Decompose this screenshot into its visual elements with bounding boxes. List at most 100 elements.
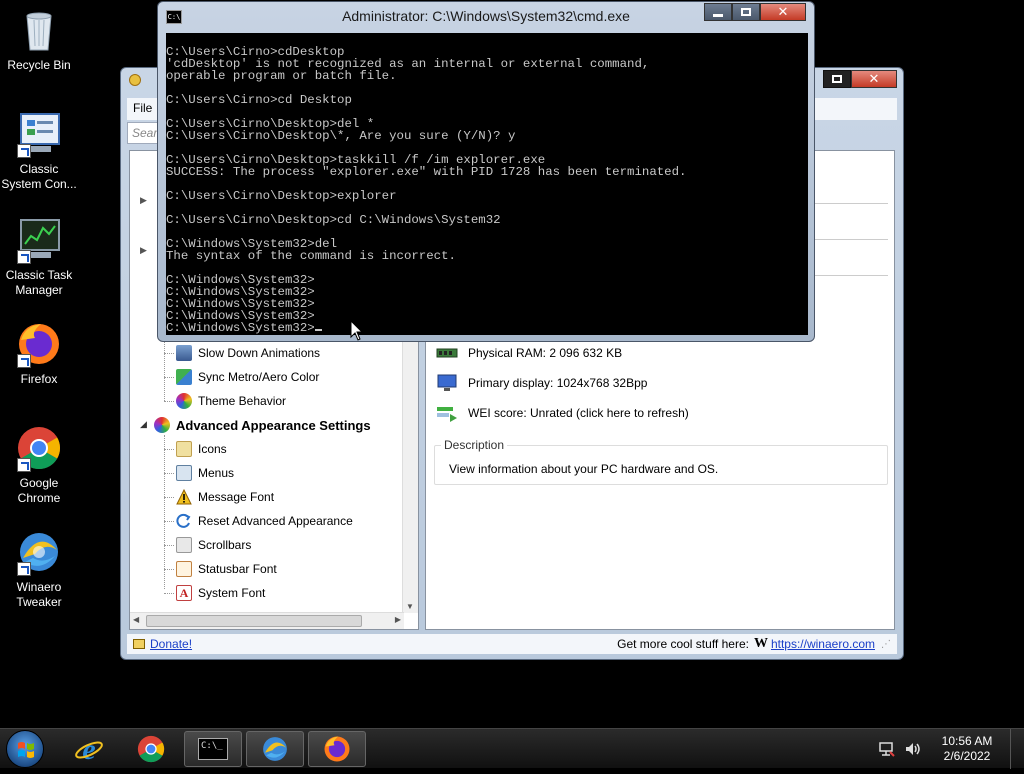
desktop: Recycle Bin Classic System Con... Classi… — [0, 0, 1024, 728]
task-manager-icon — [15, 216, 63, 264]
maximize-button[interactable] — [823, 70, 851, 88]
tree-line — [164, 473, 174, 474]
menu-file[interactable]: File — [133, 101, 152, 115]
close-icon: ✕ — [777, 4, 789, 19]
system-tray: 10:56 AM 2/6/2022 — [878, 729, 1024, 769]
tree-line — [164, 593, 174, 594]
description-text: View information about your PC hardware … — [449, 462, 719, 476]
donate-link[interactable]: Donate! — [150, 637, 192, 651]
tree-collapse-icon[interactable]: ◢ — [140, 419, 147, 430]
cmd-window[interactable]: C:\ Administrator: C:\Windows\System32\c… — [157, 1, 815, 342]
ram-icon — [436, 344, 458, 362]
console-output[interactable]: C:\Users\Cirno>cdDesktop'cdDesktop' is n… — [166, 33, 808, 335]
tree-group-advanced-appearance[interactable]: Advanced Appearance Settings — [154, 415, 371, 435]
tree-item-reset-advanced-appearance[interactable]: Reset Advanced Appearance — [176, 511, 353, 531]
description-box: Description View information about your … — [434, 438, 888, 485]
scroll-left-icon[interactable]: ◀ — [133, 615, 139, 624]
show-desktop-button[interactable] — [1010, 729, 1024, 769]
winaero-link[interactable]: https://winaero.com — [771, 637, 875, 651]
color-icon — [176, 369, 192, 385]
more-text: Get more cool stuff here: — [617, 637, 749, 651]
windows-logo-icon — [18, 742, 34, 758]
scroll-down-icon[interactable]: ▼ — [406, 602, 414, 611]
tree-item-theme-behavior[interactable]: Theme Behavior — [176, 391, 286, 411]
statusbar-font-icon — [176, 561, 192, 577]
tree-item-icons[interactable]: Icons — [176, 439, 227, 459]
firefox-icon — [324, 736, 350, 762]
console-line: C:\Users\Cirno\Desktop>explorer — [166, 189, 397, 203]
clock-date: 2/6/2022 — [943, 749, 991, 763]
more-stuff: Get more cool stuff here: W https://wina… — [617, 636, 891, 652]
volume-icon[interactable] — [904, 740, 922, 758]
tree-item-menus[interactable]: Menus — [176, 463, 234, 483]
desktop-icon-classic-task-manager[interactable]: Classic Task Manager — [0, 216, 78, 298]
minimize-button[interactable] — [704, 3, 732, 21]
close-button[interactable]: ✕ — [760, 3, 806, 21]
desktop-icon-firefox[interactable]: Firefox — [0, 320, 78, 387]
tree-item-slow-down-animations[interactable]: Slow Down Animations — [176, 343, 320, 363]
console-line: The syntax of the command is incorrect. — [166, 249, 456, 263]
svg-text:e: e — [82, 734, 95, 764]
tree-item-label: Message Font — [198, 490, 275, 504]
desktop-icon-label: Classic Task Manager — [5, 268, 73, 297]
clock[interactable]: 10:56 AM 2/6/2022 — [930, 734, 1004, 764]
tree-item-system-font[interactable]: A System Font — [176, 583, 265, 603]
winaero-logo: W — [753, 636, 768, 651]
scrollbar-thumb[interactable] — [146, 615, 362, 627]
theme-icon — [176, 393, 192, 409]
chrome-icon — [137, 735, 165, 763]
desktop-icon-label: Classic System Con... — [1, 162, 77, 191]
console-line: C:\Windows\System32> — [166, 322, 808, 334]
tree-item-message-font[interactable]: Message Font — [176, 487, 274, 507]
info-wei-score[interactable]: WEI score: Unrated (click here to refres… — [436, 402, 689, 424]
console-line: C:\Users\Cirno\Desktop>cd C:\Windows\Sys… — [166, 213, 501, 227]
start-button[interactable] — [6, 730, 44, 768]
tree-line — [164, 435, 165, 589]
info-primary-display: Primary display: 1024x768 32Bpp — [436, 372, 647, 394]
tree-line — [164, 521, 174, 522]
resize-grip-icon[interactable]: ⋰ — [881, 639, 891, 650]
winaero-tweaker-icon — [263, 737, 287, 761]
taskbar-firefox[interactable] — [308, 731, 366, 767]
advanced-appearance-icon — [154, 417, 170, 433]
tree-line — [164, 401, 174, 402]
info-physical-ram: Physical RAM: 2 096 632 KB — [436, 342, 622, 364]
tree-expander-icon[interactable]: ▶ — [140, 245, 147, 256]
info-text: Primary display: 1024x768 32Bpp — [468, 376, 648, 390]
description-label: Description — [441, 438, 508, 452]
taskbar-internet-explorer[interactable]: e — [60, 731, 118, 767]
app-icon — [129, 74, 141, 86]
tree-group-label: Advanced Appearance Settings — [176, 417, 371, 433]
tree-expander-icon[interactable]: ▶ — [140, 195, 147, 206]
control-panel-icon — [15, 110, 63, 158]
maximize-button[interactable] — [732, 3, 760, 21]
minimize-icon — [713, 13, 723, 17]
tree-item-label: Theme Behavior — [198, 394, 287, 408]
tree-item-statusbar-font[interactable]: Statusbar Font — [176, 559, 277, 579]
tree-item-sync-metro-aero-color[interactable]: Sync Metro/Aero Color — [176, 367, 319, 387]
close-button[interactable]: ✕ — [851, 70, 897, 88]
tree-line — [164, 449, 174, 450]
tree-item-scrollbars[interactable]: Scrollbars — [176, 535, 251, 555]
desktop-icon-google-chrome[interactable]: Google Chrome — [0, 424, 78, 506]
tree-horizontal-scrollbar[interactable]: ◀ ▶ — [130, 612, 404, 629]
tree-item-label: Sync Metro/Aero Color — [198, 370, 320, 384]
tree-item-label: Icons — [198, 442, 227, 456]
taskbar-winaero-tweaker[interactable] — [246, 731, 304, 767]
desktop-icon-label: Firefox — [20, 372, 58, 386]
taskbar-cmd[interactable]: C:\_ — [184, 731, 242, 767]
taskbar-chrome[interactable] — [122, 731, 180, 767]
desktop-icon-classic-system-control[interactable]: Classic System Con... — [0, 110, 78, 192]
info-text: Physical RAM: 2 096 632 KB — [468, 346, 623, 360]
tree-item-label: System Font — [198, 586, 266, 600]
desktop-icon-winaero-tweaker[interactable]: Winaero Tweaker — [0, 528, 78, 610]
donate-area[interactable]: Donate! — [133, 637, 192, 651]
shortcut-arrow-icon — [17, 458, 31, 472]
network-icon[interactable] — [878, 740, 896, 758]
desktop-icon-recycle-bin[interactable]: Recycle Bin — [0, 6, 78, 73]
shortcut-arrow-icon — [17, 250, 31, 264]
scroll-right-icon[interactable]: ▶ — [395, 615, 401, 624]
tree-line — [164, 353, 174, 354]
mouse-cursor-icon — [350, 320, 364, 341]
tree-line — [164, 377, 174, 378]
